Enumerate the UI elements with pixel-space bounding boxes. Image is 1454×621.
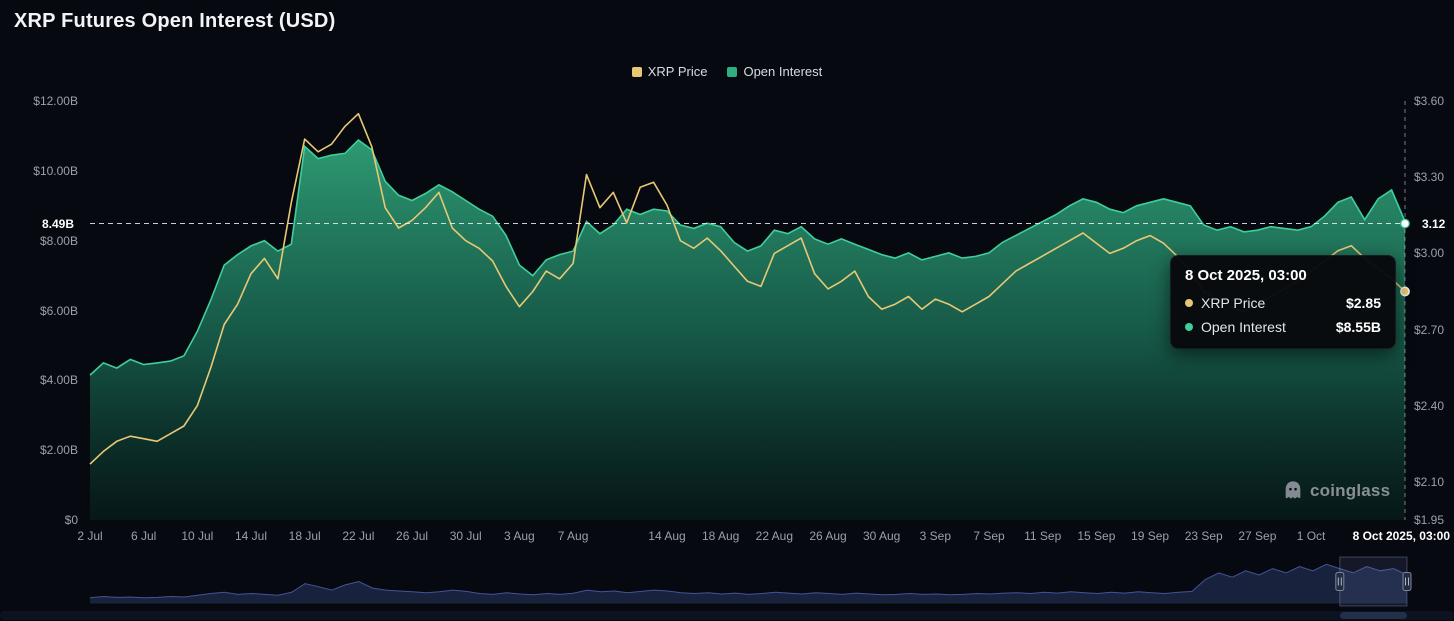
y-axis-label: $4.00B: [40, 373, 78, 387]
navigator-handle-left[interactable]: [1336, 573, 1344, 591]
y-axis-label: $3.00: [1414, 246, 1444, 260]
x-axis-label: 7 Aug: [528, 529, 618, 543]
y-axis-label: $2.40: [1414, 399, 1444, 413]
price-dot-icon: [1185, 299, 1193, 307]
navigator-selection[interactable]: [1340, 557, 1407, 606]
y-axis-label: $10.00B: [33, 164, 78, 178]
scrollbar-track[interactable]: [0, 611, 1454, 620]
x-axis-label: 8 Oct 2025, 03:00: [1353, 529, 1450, 543]
tooltip-price-value: $2.85: [1346, 295, 1381, 311]
chart-panel: XRP Futures Open Interest (USD) XRP Pric…: [0, 0, 1454, 621]
navigator-handle-right[interactable]: [1403, 573, 1411, 591]
y-axis-label: $8.00B: [40, 234, 78, 248]
x-axis-label: 1 Oct: [1266, 529, 1356, 543]
tooltip-row-price: XRP Price $2.85: [1185, 295, 1381, 311]
y-axis-label: $2.70: [1414, 323, 1444, 337]
y-axis-label: $3.30: [1414, 170, 1444, 184]
open-interest-dot-icon: [1185, 323, 1193, 331]
y-axis-label: $0: [65, 513, 78, 527]
latest-price-badge: 3.12: [1418, 216, 1449, 232]
latest-oi-badge: 8.49B: [38, 216, 78, 232]
y-axis-label: $2.10: [1414, 475, 1444, 489]
y-axis-label: $6.00B: [40, 304, 78, 318]
tooltip-date: 8 Oct 2025, 03:00: [1185, 267, 1381, 284]
tooltip-price-label: XRP Price: [1201, 295, 1334, 311]
scrollbar-thumb[interactable]: [1340, 612, 1407, 619]
tooltip: 8 Oct 2025, 03:00 XRP Price $2.85 Open I…: [1170, 255, 1396, 349]
navigator-area: [90, 564, 1407, 603]
y-axis-label: $3.60: [1414, 94, 1444, 108]
y-axis-label: $1.95: [1414, 513, 1444, 527]
tooltip-oi-label: Open Interest: [1201, 319, 1324, 335]
y-axis-label: $2.00B: [40, 443, 78, 457]
coinglass-logo-icon: [1282, 480, 1304, 502]
tooltip-row-open-interest: Open Interest $8.55B: [1185, 319, 1381, 335]
coinglass-watermark: coinglass: [1282, 480, 1390, 502]
tooltip-oi-value: $8.55B: [1336, 319, 1381, 335]
coinglass-wordmark: coinglass: [1310, 481, 1390, 501]
y-axis-label: $12.00B: [33, 94, 78, 108]
